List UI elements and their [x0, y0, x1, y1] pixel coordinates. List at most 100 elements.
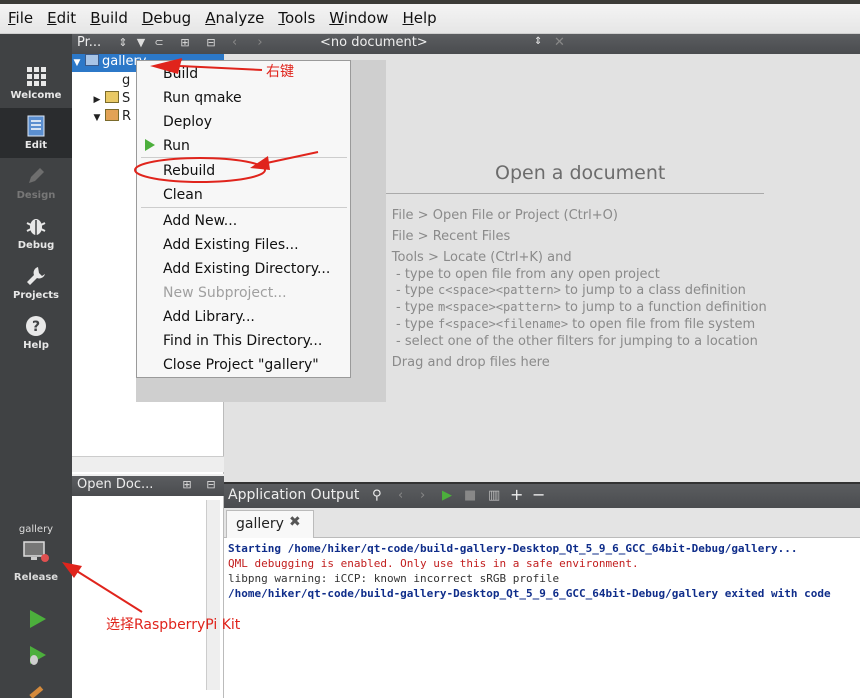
prev-icon[interactable]: ‹ [398, 488, 403, 503]
mode-design-label: Design [16, 190, 56, 201]
hint-recent-files: • File > Recent Files [380, 229, 511, 244]
window-title-strip [0, 0, 860, 4]
ctx-run[interactable]: Run [163, 138, 190, 154]
editor-toolbar: ‹ › <no document> ⇕ ✕ [224, 34, 860, 54]
monitor-icon[interactable] [22, 540, 50, 564]
updown-icon[interactable]: ⇕ [116, 36, 130, 50]
ctx-add-new[interactable]: Add New... [163, 213, 237, 229]
vertical-scrollbar[interactable] [206, 500, 220, 690]
output-tab-gallery[interactable]: gallery ✖ [226, 510, 314, 538]
expand-icon[interactable]: ▼ [72, 58, 82, 68]
mode-welcome[interactable]: Welcome [0, 58, 72, 108]
hint-locate: • Tools > Locate (Ctrl+K) and [380, 250, 572, 265]
grid-icon [27, 67, 46, 86]
menu-separator [141, 207, 347, 208]
mode-debug[interactable]: Debug [0, 208, 72, 258]
close-pane-icon[interactable]: ⊟ [204, 36, 218, 50]
menu-analyze[interactable]: Analyze [205, 9, 264, 27]
attach-icon[interactable]: ⚲ [372, 488, 382, 503]
output-line: libpng warning: iCCP: known incorrect sR… [228, 572, 560, 585]
folder-icon [105, 91, 119, 103]
menu-separator [141, 157, 347, 158]
output-line: QML debugging is enabled. Only use this … [228, 557, 639, 570]
menu-items: File Edit Build Debug Analyze Tools Wind… [8, 9, 451, 27]
menu-tools[interactable]: Tools [278, 9, 315, 27]
stop-icon[interactable]: ■ [464, 488, 476, 503]
ctx-add-existing-directory[interactable]: Add Existing Directory... [163, 261, 330, 277]
tree-item-resources[interactable]: ▼ R [92, 109, 131, 127]
ctx-add-library[interactable]: Add Library... [163, 309, 255, 325]
rerun-icon[interactable]: ▶ [442, 488, 452, 503]
kit-build-mode: Release [13, 572, 59, 583]
mode-projects[interactable]: Projects [0, 258, 72, 308]
close-icon[interactable]: ✖ [289, 514, 301, 530]
projects-view-selector[interactable]: Pr... [77, 35, 101, 50]
filter-icon[interactable]: ▼ [134, 36, 148, 50]
folder-icon [105, 109, 119, 121]
output-pane-title[interactable]: Application Output [228, 487, 359, 503]
mode-help[interactable]: ? Help [0, 308, 72, 358]
output-toolbar: Application Output ⚲ ‹ › ▶ ■ ▥ + − [224, 482, 860, 508]
mode-edit-label: Edit [24, 140, 48, 151]
menu-debug[interactable]: Debug [142, 9, 191, 27]
ctx-clean[interactable]: Clean [163, 187, 203, 203]
output-line: Starting /home/hiker/qt-code/build-galle… [228, 542, 798, 555]
horizontal-scrollbar[interactable] [72, 456, 224, 472]
open-document-heading: Open a document [495, 162, 666, 184]
close-pane-icon[interactable]: ⊟ [204, 478, 218, 492]
menu-bar: File Edit Build Debug Analyze Tools Wind… [0, 0, 860, 34]
collapse-icon[interactable]: ▶ [92, 95, 102, 105]
help-icon: ? [26, 316, 46, 336]
pencil-icon [29, 168, 44, 183]
mode-design[interactable]: Design [0, 158, 72, 208]
ctx-rebuild[interactable]: Rebuild [163, 163, 215, 179]
ctx-find-in-directory[interactable]: Find in This Directory... [163, 333, 322, 349]
ctx-add-existing-files[interactable]: Add Existing Files... [163, 237, 299, 253]
hint-locate-item: - select one of the other filters for ju… [396, 334, 758, 349]
attach-process-icon[interactable]: ▥ [488, 488, 500, 503]
expand-icon[interactable]: ▼ [92, 113, 102, 123]
debug-run-icon[interactable] [26, 644, 48, 666]
open-documents-list [72, 496, 224, 698]
document-selector[interactable]: <no document> [320, 35, 428, 50]
open-documents-selector[interactable]: Open Doc... [77, 477, 153, 492]
tree-item-file[interactable]: g [122, 73, 130, 91]
link-icon[interactable]: ⊂ [152, 36, 166, 50]
zoom-out-icon[interactable]: − [532, 485, 545, 504]
updown-icon[interactable]: ⇕ [534, 36, 542, 47]
svg-text:?: ? [32, 319, 40, 335]
menu-window[interactable]: Window [329, 9, 388, 27]
mode-selector-bar: Welcome Edit Design Debug Projects ? Hel… [0, 34, 72, 698]
mode-edit[interactable]: Edit [0, 108, 72, 158]
mode-help-label: Help [23, 340, 49, 351]
ctx-deploy[interactable]: Deploy [163, 114, 212, 130]
zoom-in-icon[interactable]: + [510, 485, 523, 504]
hint-drag-drop: • Drag and drop files here [380, 355, 550, 370]
run-icon[interactable] [26, 608, 48, 630]
hint-locate-item: - type to open file from any open projec… [396, 267, 660, 282]
hint-locate-item: - type m<space><pattern> to jump to a fu… [396, 300, 767, 315]
mode-projects-label: Projects [12, 290, 59, 301]
hammer-icon[interactable] [26, 680, 48, 698]
next-icon[interactable]: › [420, 488, 425, 503]
menu-edit[interactable]: Edit [47, 9, 76, 27]
hint-open-file: • File > Open File or Project (Ctrl+O) [380, 208, 618, 223]
project-icon [85, 54, 99, 66]
open-documents-toolbar: Open Doc... ⊞ ⊟ [72, 476, 224, 496]
bug-icon [26, 219, 46, 235]
menu-file[interactable]: File [8, 9, 33, 27]
ctx-build[interactable]: Build [163, 66, 198, 82]
output-tabs: gallery ✖ [224, 508, 860, 538]
menu-help[interactable]: Help [402, 9, 436, 27]
split-icon[interactable]: ⊞ [180, 478, 194, 492]
wrench-icon [27, 267, 45, 285]
kit-project-name: gallery [18, 524, 54, 535]
split-icon[interactable]: ⊞ [178, 36, 192, 50]
nav-arrows[interactable]: ‹ › [232, 35, 271, 50]
tree-item-sources[interactable]: ▶ S [92, 91, 130, 109]
ctx-run-qmake[interactable]: Run qmake [163, 90, 242, 106]
close-icon[interactable]: ✕ [554, 35, 565, 50]
ctx-new-subproject: New Subproject... [163, 285, 287, 301]
ctx-close-project[interactable]: Close Project "gallery" [163, 357, 319, 373]
menu-build[interactable]: Build [90, 9, 128, 27]
